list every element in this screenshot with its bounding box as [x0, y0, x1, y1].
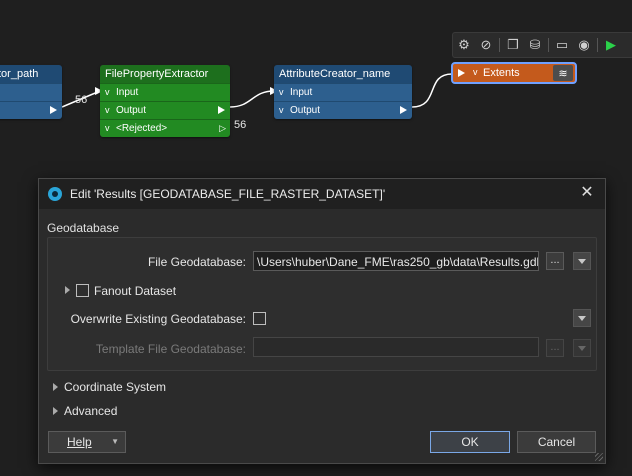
- node-title: AttributeCreator_name: [274, 65, 412, 83]
- output-arrow-icon: [50, 106, 57, 114]
- inspect-icon[interactable]: ◉: [573, 34, 595, 56]
- input-port[interactable]: v Input: [100, 83, 230, 101]
- output-arrow-icon: [400, 106, 407, 114]
- node-title: Extents: [483, 67, 520, 79]
- node-attribute-creator-name[interactable]: AttributeCreator_name v Input v Output: [274, 65, 412, 119]
- rejected-port[interactable]: v <Rejected> ▷: [100, 119, 230, 137]
- port-label: Input: [290, 87, 313, 98]
- feature-count: 56: [75, 94, 88, 106]
- template-options-dropdown: [573, 339, 591, 357]
- layers-icon[interactable]: ≋: [553, 65, 573, 81]
- cache-icon[interactable]: ⛁: [524, 34, 546, 56]
- node-output-port[interactable]: [0, 101, 62, 119]
- node-title: tor_path: [0, 65, 62, 83]
- input-arrow-icon: [458, 69, 465, 77]
- dialog-title: Edit 'Results [GEODATABASE_FILE_RASTER_D…: [70, 187, 386, 201]
- port-label: Input: [116, 87, 139, 98]
- expand-fanout-icon[interactable]: [65, 286, 70, 294]
- output-arrow-icon: [218, 106, 225, 114]
- expand-advanced-icon[interactable]: [53, 407, 58, 415]
- expand-coordinate-icon[interactable]: [53, 383, 58, 391]
- file-geodatabase-label: File Geodatabase:: [147, 255, 246, 269]
- port-label: <Rejected>: [116, 123, 168, 134]
- overwrite-checkbox[interactable]: [253, 312, 266, 325]
- folder-icon[interactable]: ▭: [551, 34, 573, 56]
- edit-dialog: Edit 'Results [GEODATABASE_FILE_RASTER_D…: [38, 178, 606, 464]
- chevron-down-icon: v: [105, 105, 110, 115]
- browse-button[interactable]: ...: [546, 252, 564, 270]
- toolbar-divider: [499, 38, 500, 52]
- disable-icon[interactable]: ⊘: [475, 34, 497, 56]
- ok-button[interactable]: OK: [430, 431, 510, 453]
- help-label: Help: [67, 435, 92, 449]
- toolbar-divider: [548, 38, 549, 52]
- node-title: FilePropertyExtractor: [100, 65, 230, 83]
- node-attribute-creator-path[interactable]: tor_path: [0, 65, 62, 119]
- close-icon[interactable]: ✕: [579, 185, 595, 201]
- chevron-down-icon: ▼: [111, 437, 119, 446]
- run-icon[interactable]: ▶: [600, 34, 622, 56]
- dialog-titlebar[interactable]: Edit 'Results [GEODATABASE_FILE_RASTER_D…: [39, 179, 605, 209]
- advanced-section[interactable]: Advanced: [64, 404, 117, 418]
- geodatabase-group: File Geodatabase: \Users\huber\Dane_FME\…: [47, 237, 597, 371]
- output-port[interactable]: v Output: [274, 101, 412, 119]
- template-label: Template File Geodatabase:: [95, 342, 246, 356]
- copy-icon[interactable]: ❐: [502, 34, 524, 56]
- port-label: Output: [116, 105, 147, 116]
- chevron-down-icon: v: [105, 87, 110, 97]
- node-port: [0, 83, 62, 101]
- node-file-property-extractor[interactable]: FilePropertyExtractor v Input v Output v <R…: [100, 65, 230, 137]
- feature-count: 56: [234, 119, 247, 131]
- section-heading: Geodatabase: [47, 221, 120, 235]
- node-extents-writer[interactable]: v Extents ≋: [451, 62, 577, 84]
- chevron-down-icon: v: [473, 67, 478, 77]
- writer-toolbar: ⚙ ⊘ ❐ ⛁ ▭ ◉ ▶: [452, 32, 632, 58]
- toolbar-divider: [597, 38, 598, 52]
- fme-app-icon: [48, 187, 62, 201]
- chevron-down-icon: v: [279, 105, 284, 115]
- cancel-button[interactable]: Cancel: [517, 431, 596, 453]
- coordinate-system-section[interactable]: Coordinate System: [64, 380, 166, 394]
- resize-grip[interactable]: [595, 453, 603, 461]
- rejected-arrow-icon: ▷: [219, 123, 226, 133]
- chevron-down-icon: v: [105, 123, 110, 133]
- help-button[interactable]: Help ▼: [48, 431, 126, 453]
- gear-icon[interactable]: ⚙: [453, 34, 475, 56]
- output-port[interactable]: v Output: [100, 101, 230, 119]
- overwrite-label: Overwrite Existing Geodatabase:: [70, 312, 246, 326]
- template-field: [253, 337, 539, 357]
- fanout-label: Fanout Dataset: [94, 284, 177, 298]
- port-label: Output: [290, 105, 321, 116]
- fanout-checkbox[interactable]: [76, 284, 89, 297]
- template-browse-button: ...: [546, 339, 564, 357]
- chevron-down-icon: v: [279, 87, 284, 97]
- options-dropdown[interactable]: [573, 252, 591, 270]
- input-port[interactable]: v Input: [274, 83, 412, 101]
- file-geodatabase-field[interactable]: \Users\huber\Dane_FME\ras250_gb\data\Res…: [253, 251, 539, 271]
- overwrite-options-dropdown[interactable]: [573, 309, 591, 327]
